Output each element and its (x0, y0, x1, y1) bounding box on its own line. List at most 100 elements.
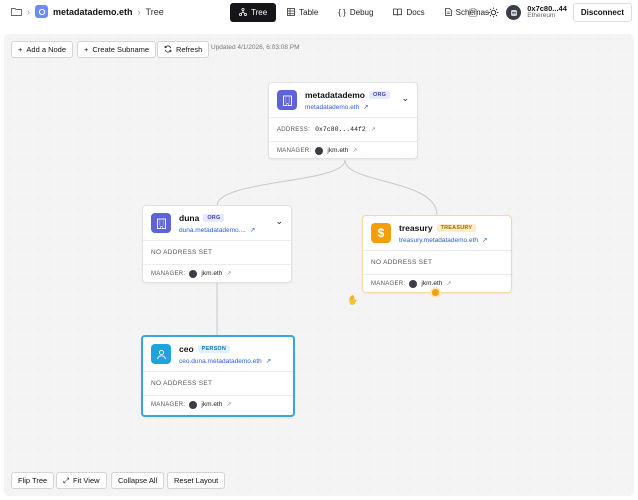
breadcrumb-domain[interactable]: metadatademo.eth (53, 7, 133, 17)
manager-label: MANAGER: (371, 280, 406, 287)
account-network: Ethereum (527, 12, 556, 20)
account-tools: 0x7c80...44 Ethereum Disconnect (466, 3, 632, 22)
node-address-row: NO ADDRESS SET (363, 251, 511, 275)
edge-root-duna (216, 159, 346, 207)
node-manager-row: MANAGER: jkm.eth ↗ (269, 142, 417, 159)
node-header: ceo PERSON ceo.duna.metadatademo.eth ↗ (143, 337, 293, 372)
tab-docs[interactable]: Docs (384, 3, 433, 22)
node-subname-link[interactable]: treasury.metadatademo.eth (399, 237, 478, 244)
manager-label: MANAGER: (151, 401, 186, 408)
chevron-down-icon[interactable]: ⌄ (401, 93, 409, 104)
no-address-text: NO ADDRESS SET (151, 249, 213, 256)
fit-view-label: Fit View (73, 476, 100, 485)
book-icon (393, 8, 403, 18)
disconnect-button[interactable]: Disconnect (572, 3, 632, 22)
node-subname-link[interactable]: metadatademo.eth (305, 104, 359, 111)
node-address-row: NO ADDRESS SET (143, 372, 293, 396)
treasury-connection-handle[interactable] (430, 287, 441, 298)
tab-table-label: Table (299, 8, 319, 17)
building-icon (151, 213, 171, 233)
node-header: metadatademo ORG metadatademo.eth ↗ ⌄ (269, 83, 417, 118)
node-duna[interactable]: duna ORG duna.metadatademo.... ↗ ⌄ NO AD… (142, 205, 292, 283)
node-subname-link[interactable]: duna.metadatademo.... (179, 227, 246, 234)
no-address-text: NO ADDRESS SET (371, 259, 433, 266)
chevron-right-icon: › (137, 6, 141, 17)
view-tabs: Tree Table { } Debug Docs Schemas (230, 3, 498, 22)
node-type-badge: PERSON (197, 345, 231, 353)
expand-icon: ⤢ (63, 475, 69, 485)
external-link-icon[interactable]: ↗ (363, 103, 368, 111)
edge-root-treasury (344, 159, 438, 216)
tab-table[interactable]: Table (278, 3, 327, 22)
tab-tree-label: Tree (251, 8, 268, 17)
node-type-badge: ORG (369, 91, 391, 99)
external-link-icon[interactable]: ↗ (352, 147, 357, 154)
building-icon (277, 90, 297, 110)
manager-avatar (315, 146, 324, 155)
sun-icon[interactable] (486, 6, 500, 20)
node-name: ceo (179, 344, 194, 354)
manager-name[interactable]: jkm.eth (327, 147, 348, 154)
node-manager-row: MANAGER: jkm.eth ↗ (143, 265, 291, 282)
external-link-icon[interactable]: ↗ (226, 270, 231, 277)
tab-tree[interactable]: Tree (230, 3, 277, 22)
node-ceo[interactable]: ceo PERSON ceo.duna.metadatademo.eth ↗ N… (141, 335, 295, 417)
tree-canvas[interactable]: + Add a Node + Create Subname Refresh Up… (4, 34, 634, 496)
node-header: duna ORG duna.metadatademo.... ↗ ⌄ (143, 206, 291, 241)
address-value[interactable]: 0x7c80...44f2 (315, 126, 366, 133)
node-name: duna (179, 213, 200, 223)
collapse-all-label: Collapse All (118, 476, 158, 485)
tab-docs-label: Docs (406, 8, 425, 17)
node-name: treasury (399, 223, 433, 233)
node-address-row: ADDRESS: 0x7c80...44f2 ↗ (269, 118, 417, 142)
manager-avatar (189, 269, 198, 278)
external-link-icon[interactable]: ↗ (371, 126, 376, 133)
manager-name[interactable]: jkm.eth (421, 280, 442, 287)
chevron-down-icon[interactable]: ⌄ (275, 216, 283, 227)
breadcrumb-page: Tree (145, 6, 164, 17)
folder-icon[interactable] (10, 6, 22, 18)
wallet-avatar[interactable] (506, 5, 522, 20)
tab-debug[interactable]: { } Debug (329, 3, 382, 22)
breadcrumb: › metadatademo.eth › Tree (10, 5, 164, 18)
manager-name[interactable]: jkm.eth (201, 401, 222, 408)
manager-avatar (409, 279, 418, 288)
flip-tree-button[interactable]: Flip Tree (11, 472, 55, 489)
fit-view-button[interactable]: ⤢ Fit View (56, 472, 107, 489)
node-metadatademo[interactable]: metadatademo ORG metadatademo.eth ↗ ⌄ AD… (268, 82, 418, 159)
collapse-all-button[interactable]: Collapse All (111, 472, 165, 489)
external-link-icon[interactable]: ↗ (266, 357, 271, 365)
tree-icon (238, 7, 248, 18)
node-type-badge: TREASURY (436, 224, 477, 232)
ens-logo-icon (35, 5, 48, 18)
address-label: ADDRESS: (277, 126, 311, 133)
external-link-icon[interactable]: ↗ (482, 236, 487, 244)
chevron-right-icon: › (27, 6, 30, 17)
manager-label: MANAGER: (151, 270, 186, 277)
manager-avatar (189, 400, 198, 409)
hand-cursor-icon: ✋ (347, 295, 359, 305)
node-name: metadatademo (305, 90, 365, 100)
clipboard-icon[interactable] (466, 6, 480, 20)
account-info[interactable]: 0x7c80...44 Ethereum (527, 5, 567, 20)
reset-layout-button[interactable]: Reset Layout (167, 472, 226, 489)
no-address-text: NO ADDRESS SET (151, 380, 213, 387)
table-icon (287, 7, 296, 18)
tab-debug-label: Debug (349, 8, 374, 17)
dollar-icon: $ (371, 223, 391, 243)
code-icon: { } (338, 8, 346, 17)
top-bar: › metadatademo.eth › Tree Tree Table { }… (0, 0, 638, 26)
node-type-badge: ORG (203, 214, 225, 222)
manager-label: MANAGER: (277, 147, 312, 154)
node-address-row: NO ADDRESS SET (143, 241, 291, 265)
node-treasury[interactable]: $ treasury TREASURY treasury.metadatadem… (362, 215, 512, 293)
document-icon (444, 7, 452, 18)
node-manager-row: MANAGER: jkm.eth ↗ (143, 396, 293, 413)
node-header: $ treasury TREASURY treasury.metadatadem… (363, 216, 511, 251)
node-subname-link[interactable]: ceo.duna.metadatademo.eth (179, 358, 262, 365)
flip-tree-label: Flip Tree (18, 476, 48, 485)
external-link-icon[interactable]: ↗ (446, 280, 451, 287)
external-link-icon[interactable]: ↗ (250, 226, 255, 234)
manager-name[interactable]: jkm.eth (201, 270, 222, 277)
external-link-icon[interactable]: ↗ (226, 401, 231, 408)
